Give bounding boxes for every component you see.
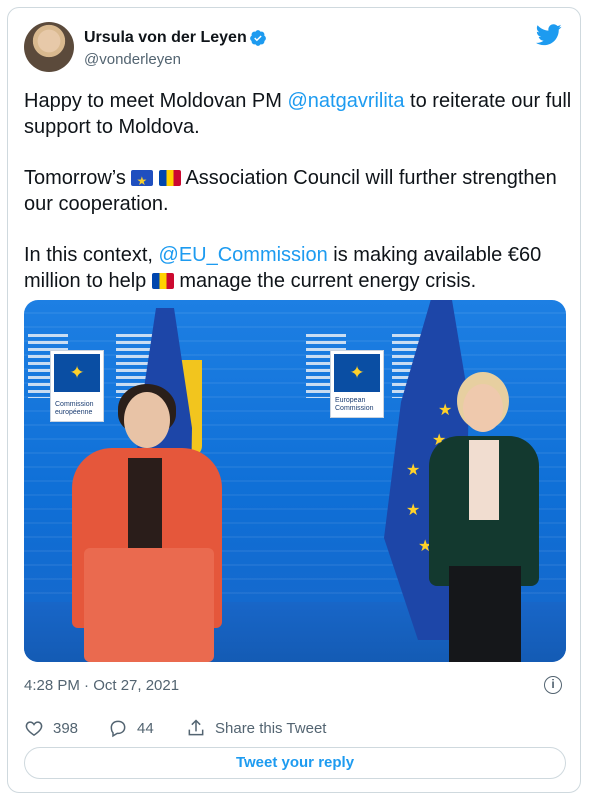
- share-button[interactable]: Share this Tweet: [186, 718, 326, 738]
- tweet-photo[interactable]: Commission européenne European Commissio…: [24, 300, 566, 662]
- mention-link[interactable]: @EU_Commission: [159, 244, 328, 266]
- info-icon[interactable]: i: [544, 676, 562, 694]
- avatar[interactable]: [24, 22, 74, 72]
- logo-text: European Commission: [335, 397, 374, 412]
- tweet-timestamp[interactable]: 4:28 PM · Oct 27, 2021: [24, 677, 179, 694]
- tweet-paragraph-2: Tomorrow’s Association Council will furt…: [24, 165, 572, 217]
- person-left: [64, 370, 234, 662]
- twitter-bird-icon[interactable]: [536, 24, 562, 46]
- moldova-flag-emoji-icon: [159, 170, 181, 186]
- tweet-card: Ursula von der Leyen @vonderleyen Happy …: [7, 7, 581, 793]
- moldova-flag-emoji-icon: [151, 273, 174, 289]
- reply-bubble-icon: [110, 720, 126, 738]
- tweet-your-reply-button[interactable]: Tweet your reply: [24, 747, 566, 779]
- tweet-paragraph-3: In this context, @EU_Commission is makin…: [24, 242, 572, 294]
- share-icon: [188, 719, 204, 736]
- share-label: Share this Tweet: [215, 719, 327, 737]
- mention-link[interactable]: @natgavrilita: [287, 90, 404, 112]
- text-segment: Tomorrow’s: [24, 167, 132, 189]
- author-name[interactable]: Ursula von der Leyen: [84, 29, 247, 47]
- text-segment: manage the current energy crisis.: [173, 270, 477, 292]
- tweet-paragraph-1: Happy to meet Moldovan PM @natgavrilita …: [24, 88, 572, 140]
- like-count: 398: [53, 719, 79, 737]
- tweet-text: Happy to meet Moldovan PM @natgavrilita …: [24, 88, 572, 319]
- reply-count: 44: [137, 719, 154, 737]
- like-button[interactable]: 398: [24, 718, 78, 738]
- eu-flag-emoji-icon: [131, 168, 154, 194]
- heart-icon: [25, 721, 43, 736]
- author-handle[interactable]: @vonderleyen: [84, 51, 181, 68]
- verified-badge-icon: [250, 30, 266, 46]
- eu-emblem-icon: [334, 354, 380, 392]
- person-right: [419, 366, 549, 662]
- text-segment: Happy to meet Moldovan PM: [24, 90, 288, 112]
- logo-commission-right: European Commission: [330, 350, 384, 418]
- reply-button[interactable]: 44: [108, 718, 154, 738]
- text-segment: In this context,: [24, 244, 159, 266]
